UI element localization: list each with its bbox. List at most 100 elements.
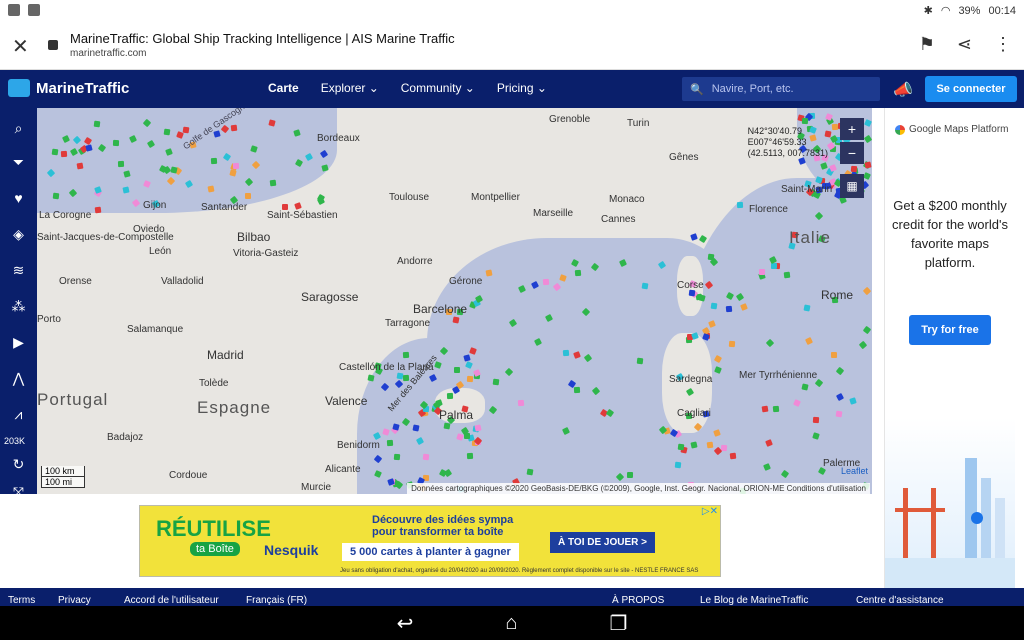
map-layers-button[interactable]: ▦ [840, 174, 864, 198]
vessel-marker[interactable] [93, 121, 101, 128]
vessel-marker[interactable] [452, 316, 460, 324]
refresh-icon[interactable]: ↻ [0, 450, 37, 478]
vessel-marker[interactable] [122, 186, 130, 194]
vessel-marker[interactable] [117, 160, 125, 167]
vessel-marker[interactable] [801, 117, 808, 124]
back-icon[interactable]: ↩ [397, 611, 414, 636]
vessel-marker[interactable] [636, 358, 643, 365]
login-button[interactable]: Se connecter [925, 76, 1017, 102]
vessel-marker[interactable] [94, 206, 102, 214]
vessel-marker[interactable] [163, 128, 171, 136]
vessel-marker[interactable] [463, 433, 470, 440]
layers-icon[interactable]: ◈ [0, 220, 37, 248]
vessel-marker[interactable] [232, 163, 239, 170]
nav-item-community[interactable]: Community ⌄ [401, 81, 475, 95]
footer-privacy[interactable]: Privacy [58, 595, 91, 606]
measure-icon[interactable]: ⋀ [0, 364, 37, 392]
vessel-marker[interactable] [698, 235, 707, 244]
share-icon[interactable]: ⋖ [957, 34, 972, 55]
vessel-marker[interactable] [386, 477, 395, 486]
vessel-marker[interactable] [466, 375, 474, 382]
leaflet-link[interactable]: Leaflet [841, 466, 868, 476]
fullscreen-icon[interactable]: ⤧ [0, 478, 37, 506]
zoom-in-button[interactable]: + [840, 118, 864, 140]
vessel-marker[interactable] [626, 471, 633, 478]
footer-user-agreement[interactable]: Accord de l'utilisateur [124, 595, 219, 606]
vessel-marker[interactable] [761, 405, 769, 413]
try-free-button[interactable]: Try for free [909, 315, 991, 345]
vessel-marker[interactable] [244, 192, 251, 199]
brand-logo[interactable]: MarineTraffic [8, 79, 129, 97]
vessel-marker[interactable] [53, 192, 60, 200]
network-icon[interactable]: ⁂ [0, 292, 37, 320]
vessel-marker[interactable] [674, 462, 682, 469]
vessel-marker[interactable] [758, 269, 765, 276]
footer-blog[interactable]: Le Blog de MarineTraffic [700, 595, 808, 606]
vessel-marker[interactable] [729, 452, 737, 460]
play-icon[interactable]: ▶ [0, 328, 37, 356]
ad-cta-button[interactable]: À TOI DE JOUER > [550, 532, 656, 553]
nav-item-carte[interactable]: Carte [268, 81, 299, 95]
vessel-marker[interactable] [830, 351, 837, 358]
home-icon[interactable]: ⌂ [505, 612, 517, 635]
vessel-marker[interactable] [207, 185, 215, 193]
vessel-marker[interactable] [230, 124, 238, 132]
vessel-marker[interactable] [812, 417, 820, 424]
vessel-marker[interactable] [712, 428, 721, 437]
vessel-marker[interactable] [835, 410, 843, 418]
favorites-icon[interactable]: ♥ [0, 184, 37, 212]
bookmark-icon[interactable]: ⚑ [919, 34, 935, 55]
vessel-marker[interactable] [269, 179, 277, 187]
vessel-marker[interactable] [466, 453, 474, 460]
vessel-marker[interactable] [473, 423, 482, 432]
analytics-icon[interactable]: ⩘ [0, 400, 37, 428]
footer-language[interactable]: Français (FR) [246, 595, 307, 606]
vessel-marker[interactable] [282, 203, 289, 210]
vessel-marker[interactable] [783, 271, 790, 279]
vessel-marker[interactable] [492, 379, 500, 386]
filter-icon[interactable]: ⏷ [0, 148, 37, 176]
vessel-marker[interactable] [412, 424, 420, 432]
vessel-marker[interactable] [393, 453, 401, 460]
vessel-marker[interactable] [737, 201, 744, 209]
vessel-marker[interactable] [677, 443, 685, 450]
menu-icon[interactable]: ⋮ [994, 34, 1012, 55]
vessel-marker[interactable] [526, 468, 533, 476]
vessel-marker[interactable] [690, 233, 699, 242]
announcement-icon[interactable]: 📣 [893, 80, 913, 100]
nav-item-pricing[interactable]: Pricing ⌄ [497, 81, 547, 95]
vessel-marker[interactable] [112, 140, 119, 147]
side-ad[interactable]: Google Maps Platform Get a $200 monthly … [884, 108, 1015, 588]
vessel-marker[interactable] [725, 305, 732, 313]
vessel-marker[interactable] [403, 351, 410, 359]
recents-icon[interactable]: ❐ [609, 611, 627, 636]
ad-close-icon[interactable]: ▷✕ [702, 506, 718, 517]
vessel-marker[interactable] [575, 269, 582, 277]
footer-about[interactable]: À PROPOS [612, 595, 664, 606]
vessel-marker[interactable] [543, 278, 550, 286]
vessel-marker[interactable] [770, 263, 777, 270]
vessel-marker[interactable] [453, 367, 460, 374]
vessel-marker[interactable] [61, 151, 68, 158]
vessel-marker[interactable] [641, 282, 648, 290]
vessel-marker[interactable] [387, 439, 394, 447]
vessel-marker[interactable] [728, 340, 735, 348]
vessel-marker[interactable] [850, 165, 857, 173]
search-tool-icon[interactable]: ⌕ [0, 114, 37, 142]
vessel-marker[interactable] [367, 374, 375, 382]
vessel-marker[interactable] [446, 392, 453, 399]
map-area[interactable]: Grenoble Turin Bordeaux Gênes Montpellie… [37, 108, 872, 494]
vessel-marker[interactable] [772, 405, 779, 412]
nav-item-explorer[interactable]: Explorer ⌄ [321, 81, 379, 95]
vessel-marker[interactable] [422, 453, 429, 461]
vessel-marker[interactable] [707, 253, 715, 261]
ad-banner[interactable]: RÉUTILISE ta Boîte Nesquik Découvre des … [139, 505, 721, 577]
vessel-marker[interactable] [210, 157, 218, 164]
vessel-marker[interactable] [574, 386, 581, 394]
vessel-marker[interactable] [320, 163, 329, 172]
vessel-marker[interactable] [182, 126, 189, 134]
weather-icon[interactable]: ≋ [0, 256, 37, 284]
vessel-marker[interactable] [292, 128, 301, 137]
vessel-marker[interactable] [294, 202, 303, 211]
footer-terms[interactable]: Terms [8, 595, 35, 606]
